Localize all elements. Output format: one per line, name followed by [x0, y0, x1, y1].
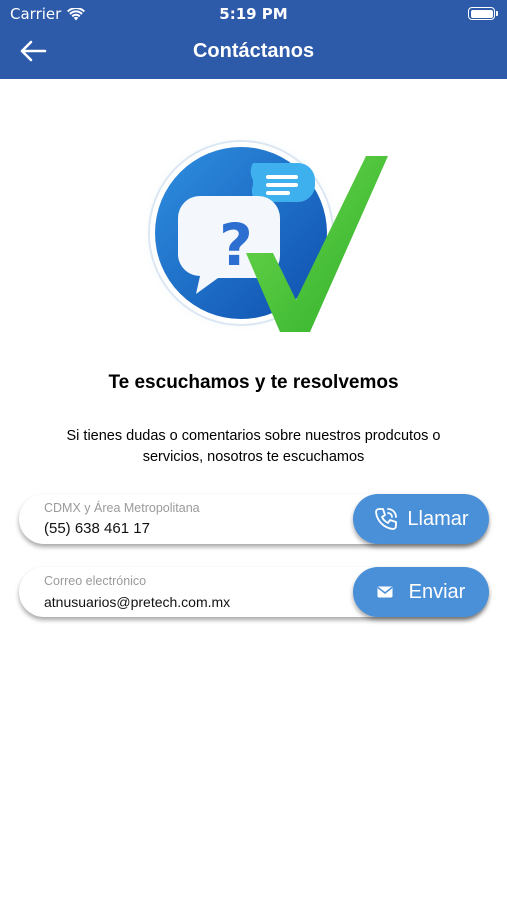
phone-label: CDMX y Área Metropolitana	[44, 501, 200, 515]
phone-number: (55) 638 461 17	[44, 520, 150, 537]
battery-level	[470, 9, 493, 18]
phone-contact-card: CDMX y Área Metropolitana (55) 638 461 1…	[19, 494, 489, 544]
email-label: Correo electrónico	[44, 574, 147, 588]
headline: Te escuchamos y te resolvemos	[108, 372, 399, 393]
envelope-icon	[377, 586, 393, 598]
call-button[interactable]: Llamar	[353, 494, 489, 544]
page-title: Contáctanos	[192, 40, 315, 62]
email-address: atnusuarios@pretech.com.mx	[44, 594, 231, 610]
send-button[interactable]: Enviar	[353, 567, 489, 617]
status-time: 5:19 PM	[219, 5, 288, 23]
description: Si tienes dudas o comentarios sobre nues…	[66, 428, 441, 465]
svg-text:?: ?	[219, 211, 253, 279]
nav-bar: Contáctanos	[0, 28, 507, 79]
status-bar: Carrier 5:19 PM	[0, 0, 507, 28]
hero-illustration: ?	[138, 118, 398, 343]
battery-icon	[468, 7, 498, 20]
email-contact-card: Correo electrónico atnusuarios@pretech.c…	[19, 567, 489, 617]
phone-icon	[375, 508, 398, 530]
send-button-label: Enviar	[408, 580, 466, 603]
call-button-label: Llamar	[407, 507, 469, 530]
